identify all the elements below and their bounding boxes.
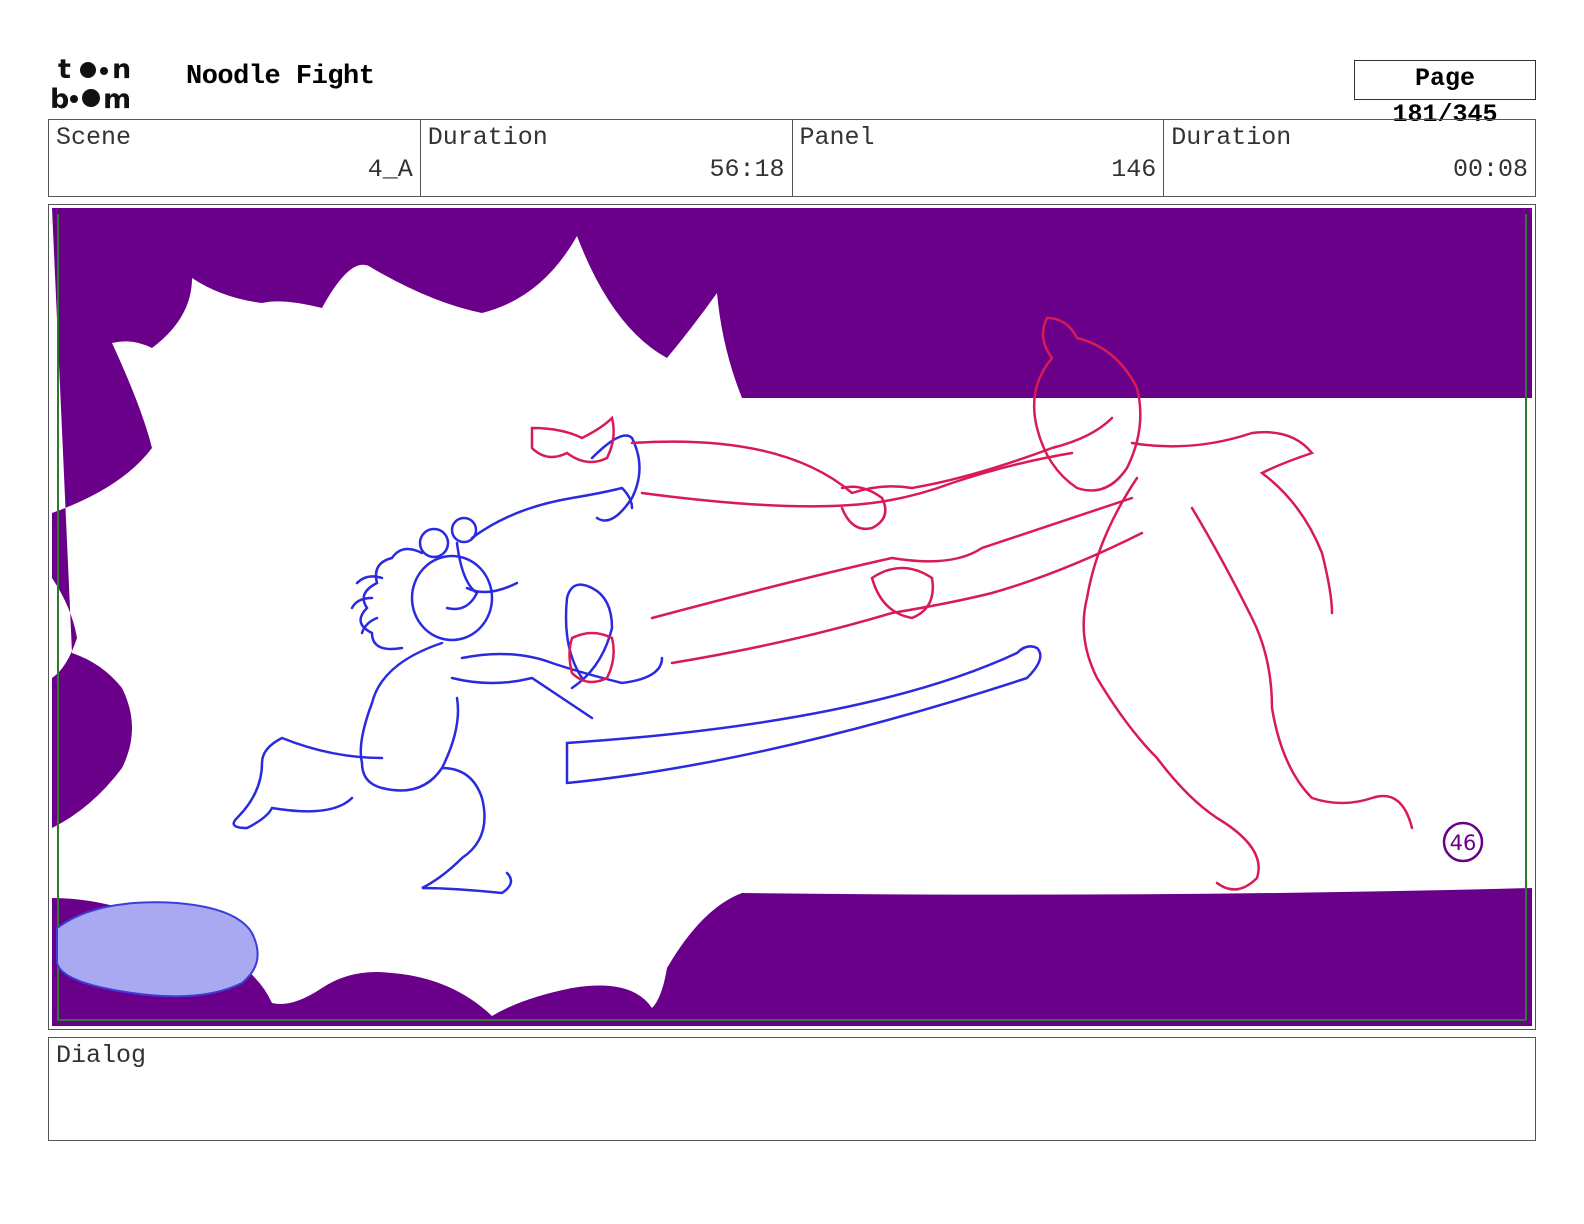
scene-duration-label: Duration xyxy=(427,123,548,152)
scene-value: 4_A xyxy=(367,155,413,184)
panel-duration-label: Duration xyxy=(1171,123,1292,152)
panel-label: Panel xyxy=(799,123,875,152)
blue-bag xyxy=(56,901,259,998)
panel-duration-value: 00:08 xyxy=(1452,155,1528,184)
scene-label: Scene xyxy=(56,123,132,152)
panel-frame: 46 xyxy=(48,204,1536,1030)
svg-text:n: n xyxy=(112,54,131,85)
panel-duration-cell: Duration 00:08 xyxy=(1164,120,1535,196)
dialog-label: Dialog xyxy=(56,1041,147,1070)
svg-text:46: 46 xyxy=(1450,831,1477,855)
svg-text:b: b xyxy=(50,84,69,112)
page-number: Page 181/345 xyxy=(1354,60,1536,129)
svg-text:m: m xyxy=(103,84,131,112)
scene-cell: Scene 4_A xyxy=(49,120,421,196)
scene-duration-value: 56:18 xyxy=(709,155,785,184)
panel-value: 146 xyxy=(1111,155,1157,184)
panel-sketch: 46 xyxy=(52,208,1532,1026)
dialog-box: Dialog xyxy=(48,1037,1536,1141)
toon-boom-logo: t n b m xyxy=(50,54,131,112)
storyboard-info-bar: Scene 4_A Duration 56:18 Panel 146 Durat… xyxy=(48,119,1536,197)
project-title: Noodle Fight xyxy=(186,62,375,92)
scene-duration-cell: Duration 56:18 xyxy=(421,120,793,196)
svg-text:t: t xyxy=(58,54,71,85)
panel-cell: Panel 146 xyxy=(793,120,1165,196)
